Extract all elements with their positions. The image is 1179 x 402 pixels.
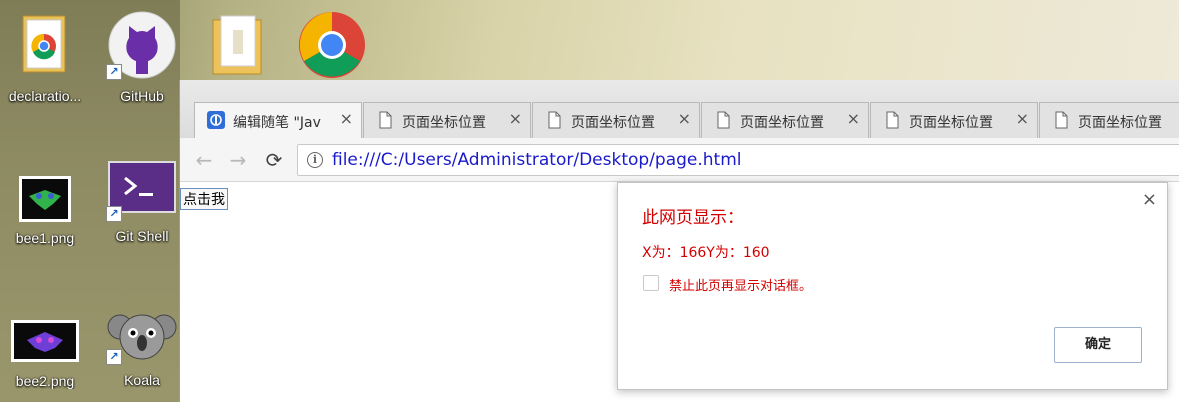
tab-close-icon[interactable]: × [678, 111, 691, 127]
desktop-icon-label: GitHub [120, 88, 164, 104]
ok-button[interactable]: 确定 [1054, 327, 1142, 363]
desktop-icon-folder[interactable] [193, 8, 283, 88]
desktop-icon-label: Koala [124, 372, 160, 388]
url-text[interactable]: file:///C:/Users/Administrator/Desktop/p… [332, 150, 742, 170]
tab-close-icon[interactable]: × [1016, 111, 1029, 127]
address-bar[interactable]: i file:///C:/Users/Administrator/Desktop… [297, 144, 1179, 176]
tab-strip: 编辑随笔 "Jav × 页面坐标位置 × 页面坐标位置 × 页面坐标位置 × 页… [180, 80, 1179, 138]
shortcut-arrow-icon: ↗ [106, 349, 122, 365]
desktop-icon-declaration[interactable]: declaratio... [0, 8, 90, 108]
alert-dialog: × 此网页显示： X为：166Y为：160 禁止此页再显示对话框。 确定 [617, 182, 1168, 390]
forward-button[interactable]: → [226, 148, 250, 172]
tab-title: 页面坐标位置 [1078, 115, 1162, 131]
desktop-icon-chrome[interactable] [287, 8, 377, 88]
folder-icon [212, 15, 262, 75]
tab-page-position-3[interactable]: 页面坐标位置 × [701, 102, 869, 138]
dialog-close-icon[interactable]: × [1142, 189, 1157, 210]
suppress-dialogs-label[interactable]: 禁止此页再显示对话框。 [669, 275, 812, 294]
desktop-icon-label: declaratio... [8, 88, 82, 104]
desktop-icon-label: bee2.png [15, 373, 75, 389]
tab-title: 页面坐标位置 [402, 115, 486, 131]
chrome-document-icon [22, 15, 66, 73]
bee2-image-icon [11, 320, 79, 362]
chrome-icon [299, 12, 365, 78]
reload-button[interactable]: ⟳ [262, 148, 286, 172]
tab-title: 页面坐标位置 [909, 115, 993, 131]
browser-toolbar: ← → ⟳ i file:///C:/Users/Administrator/D… [180, 138, 1179, 182]
back-button[interactable]: ← [192, 148, 216, 172]
shortcut-arrow-icon: ↗ [106, 206, 122, 222]
tab-page-position-1[interactable]: 页面坐标位置 × [363, 102, 531, 138]
tab-page-position-2[interactable]: 页面坐标位置 × [532, 102, 700, 138]
desktop-icon-github[interactable]: ↗ GitHub [97, 8, 187, 108]
desktop-icon-koala[interactable]: ↗ Koala [97, 305, 187, 395]
bee1-image-icon [19, 176, 71, 222]
tab-close-icon[interactable]: × [340, 111, 353, 127]
dialog-message: X为：166Y为：160 [642, 245, 770, 261]
page-icon [1055, 111, 1068, 129]
desktop-icon-label: Git Shell [115, 228, 169, 244]
desktop-icon-bee2[interactable]: bee2.png [0, 316, 90, 396]
tab-title: 页面坐标位置 [740, 115, 824, 131]
page-icon [379, 111, 392, 129]
desktop-icon-label: bee1.png [15, 230, 75, 246]
desktop-icon-git-shell[interactable]: ↗ Git Shell [97, 158, 187, 248]
dialog-title: 此网页显示： [642, 208, 744, 228]
page-icon [717, 111, 730, 129]
tab-close-icon[interactable]: × [847, 111, 860, 127]
page-icon [886, 111, 899, 129]
tab-title: 页面坐标位置 [571, 115, 655, 131]
click-me-button[interactable]: 点击我 [180, 188, 228, 210]
shortcut-arrow-icon: ↗ [106, 64, 122, 80]
suppress-dialogs-checkbox[interactable] [643, 275, 659, 291]
tab-title: 编辑随笔 "Jav [233, 115, 321, 131]
tab-close-icon[interactable]: × [509, 111, 522, 127]
info-icon[interactable]: i [307, 152, 323, 168]
cnblogs-icon [207, 111, 225, 129]
desktop-icon-bee1[interactable]: bee1.png [0, 170, 90, 250]
tab-blog-editor[interactable]: 编辑随笔 "Jav × [194, 102, 362, 138]
tab-page-position-5[interactable]: 页面坐标位置 [1039, 102, 1179, 138]
page-icon [548, 111, 561, 129]
tab-page-position-4[interactable]: 页面坐标位置 × [870, 102, 1038, 138]
